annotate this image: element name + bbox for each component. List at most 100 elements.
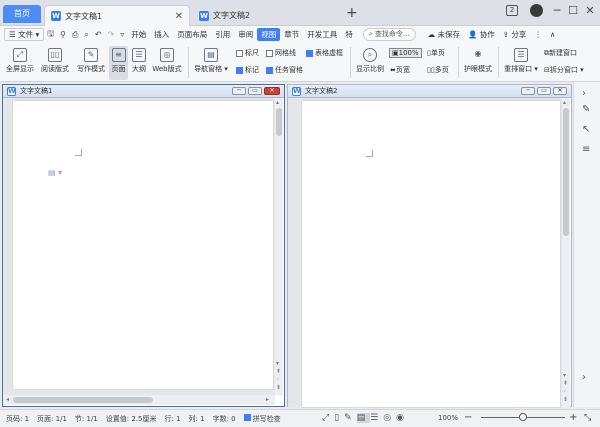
avatar[interactable] bbox=[530, 4, 543, 17]
collapse-panel-icon[interactable]: › bbox=[582, 372, 586, 383]
rearrange-window-button[interactable]: ☰ 重排窗口 ▾ bbox=[502, 48, 540, 74]
page-nav-icons[interactable]: ▾ ⇞ ◦ ⇟ bbox=[276, 360, 281, 392]
reading-layout-button[interactable]: ▯▯ 阅读版式 bbox=[39, 48, 71, 74]
scrollbar-thumb[interactable] bbox=[13, 397, 153, 403]
scrollbar-thumb[interactable] bbox=[563, 108, 569, 236]
nav-pane-button[interactable]: ▤ 导航窗格 ▾ bbox=[192, 48, 230, 74]
minimize-button[interactable]: ─ bbox=[550, 4, 564, 17]
divider bbox=[498, 47, 499, 78]
ruler-checkbox[interactable]: 标尺 bbox=[236, 48, 259, 58]
page-nav-icons[interactable]: ▾ ⇞ ◦ ⇟ bbox=[563, 372, 568, 404]
menu-item[interactable]: 插入 bbox=[150, 29, 173, 40]
menu-item[interactable]: 特 bbox=[341, 29, 357, 40]
status-pages[interactable]: 页面: 1/1 bbox=[37, 414, 67, 424]
status-zoom[interactable]: 100% bbox=[438, 414, 458, 422]
status-word-count[interactable]: 字数: 0 bbox=[213, 414, 236, 424]
eye-mode-button[interactable]: ◉ 护眼模式 bbox=[462, 48, 494, 74]
split-window-label: 拆分窗口 ▾ bbox=[549, 66, 584, 74]
menu-item[interactable]: 页面布局 bbox=[173, 29, 211, 40]
close-button[interactable]: ✕ bbox=[553, 87, 567, 95]
vertical-scrollbar[interactable]: ▴ ▾ ⇞ ◦ ⇟ bbox=[562, 98, 570, 407]
file-menu[interactable]: ☰ 文件 ▾ bbox=[4, 28, 45, 41]
undo-icon[interactable]: ↶ bbox=[92, 30, 105, 39]
menu-item[interactable]: 审阅 bbox=[234, 29, 257, 40]
minimize-button[interactable]: ─ bbox=[521, 87, 535, 95]
restore-button[interactable]: ▭ bbox=[248, 87, 262, 95]
scroll-right-icon[interactable]: ▸ bbox=[266, 396, 269, 403]
gridlines-checkbox[interactable]: 网格线 bbox=[266, 48, 296, 58]
settings-sliders-icon[interactable]: ≡ bbox=[582, 144, 590, 155]
close-button[interactable]: ✕ bbox=[264, 87, 280, 95]
home-tab[interactable]: 首页 bbox=[3, 5, 41, 23]
scrollbar-thumb[interactable] bbox=[276, 108, 282, 136]
new-window-button[interactable]: ⧉ 新建窗口 bbox=[544, 48, 577, 58]
menu-item[interactable]: 开始 bbox=[127, 29, 150, 40]
document-page[interactable] bbox=[302, 101, 560, 407]
table-grid-checkbox[interactable]: 表格虚框 bbox=[306, 48, 343, 58]
unsaved-button[interactable]: ☁ 未保存 bbox=[424, 29, 464, 40]
scroll-left-icon[interactable]: ◂ bbox=[6, 396, 9, 403]
view-mode-icons[interactable]: ⤢▯✎▤☰◎◉ bbox=[322, 413, 409, 423]
status-page-number[interactable]: 页码: 1 bbox=[6, 414, 29, 424]
multi-page-icon: ▯▯ bbox=[427, 66, 435, 74]
paste-options-icon[interactable]: ▤ ▾ bbox=[48, 168, 62, 177]
page-width-button[interactable]: ⬌ 页宽 bbox=[390, 65, 410, 75]
menu-item[interactable]: 引用 bbox=[211, 29, 234, 40]
close-icon[interactable]: ✕ bbox=[175, 11, 183, 22]
minimize-button[interactable]: ─ bbox=[232, 87, 246, 95]
zoom-out-button[interactable]: − bbox=[464, 412, 472, 423]
print-icon[interactable]: ⎙ bbox=[69, 30, 81, 40]
scroll-up-icon[interactable]: ▴ bbox=[563, 99, 566, 106]
multi-page-label: 多页 bbox=[434, 66, 449, 74]
outline-label: 大纲 bbox=[132, 65, 146, 73]
zoom-100-label: 100% bbox=[398, 49, 419, 57]
redo-icon[interactable]: ↷ bbox=[105, 30, 118, 39]
search-input[interactable]: ⌕ 查找命令... bbox=[362, 28, 416, 41]
new-window-label: 新建窗口 bbox=[549, 49, 577, 57]
more-icon[interactable]: ⋮ bbox=[530, 30, 546, 39]
writing-mode-button[interactable]: ✎ 写作模式 bbox=[75, 48, 107, 74]
web-layout-button[interactable]: ◎ Web版式 bbox=[151, 48, 183, 74]
collapse-icon[interactable]: ∧ bbox=[546, 30, 560, 39]
share-button[interactable]: ⇪ 分享 bbox=[499, 29, 531, 40]
fullscreen-label: 全屏显示 bbox=[6, 65, 34, 73]
task-pane-checkbox[interactable]: 任务窗格 bbox=[266, 65, 303, 75]
collab-button[interactable]: 👤 协作 bbox=[464, 29, 499, 40]
print-preview-icon[interactable]: ⌕ bbox=[81, 30, 91, 40]
vertical-scrollbar[interactable]: ▴ ▾ ⇞ ◦ ⇟ bbox=[275, 98, 283, 395]
window-count-badge[interactable]: 2 bbox=[506, 5, 518, 16]
menu-item[interactable]: 章节 bbox=[280, 29, 303, 40]
tab-doc2[interactable]: W 文字文稿2 bbox=[193, 5, 343, 26]
spell-check-toggle[interactable]: 拼写检查 bbox=[243, 413, 281, 424]
menu-item[interactable]: 开发工具 bbox=[303, 29, 341, 40]
split-window-button[interactable]: ⊟ 拆分窗口 ▾ bbox=[544, 65, 584, 75]
edit-pen-icon[interactable]: ✎ bbox=[582, 104, 590, 115]
format-painter-icon[interactable]: ⚲ bbox=[57, 30, 69, 39]
scroll-up-icon[interactable]: ▴ bbox=[276, 99, 279, 106]
maximize-button[interactable]: ☐ bbox=[566, 4, 580, 17]
status-setting: 设置值: 2.5厘米 bbox=[105, 414, 157, 423]
page-width-label: 页宽 bbox=[395, 66, 410, 74]
menu-item[interactable]: 视图 bbox=[257, 28, 281, 41]
page-view-button[interactable]: ≡ 页面 bbox=[109, 46, 128, 80]
new-tab-button[interactable]: + bbox=[346, 5, 358, 21]
zoom-100-button[interactable]: ▣ 100% bbox=[389, 48, 422, 58]
expand-icon[interactable]: › bbox=[582, 88, 586, 99]
save-icon[interactable]: 🖫 bbox=[44, 28, 57, 42]
fit-window-icon[interactable]: ⤡ bbox=[584, 413, 591, 423]
zoom-button[interactable]: ⌕ 显示比例 bbox=[355, 48, 385, 74]
close-window-button[interactable]: ✕ bbox=[583, 4, 597, 17]
tab-doc1[interactable]: W 文字文稿1 ✕ bbox=[44, 5, 190, 26]
zoom-in-button[interactable]: + bbox=[569, 412, 577, 423]
marks-checkbox[interactable]: 标记 bbox=[236, 65, 259, 75]
fullscreen-button[interactable]: ⤢ 全屏显示 bbox=[5, 48, 35, 74]
outline-view-button[interactable]: ☰ 大纲 bbox=[130, 48, 148, 74]
restore-button[interactable]: ▭ bbox=[537, 87, 551, 95]
single-page-button[interactable]: ▯ 单页 bbox=[427, 48, 445, 58]
document-page[interactable]: ▤ ▾ bbox=[13, 101, 273, 389]
select-cursor-icon[interactable]: ↖ bbox=[582, 124, 590, 135]
multi-page-button[interactable]: ▯▯ 多页 bbox=[427, 65, 449, 75]
customize-icon[interactable]: ▿ bbox=[117, 30, 127, 39]
zoom-slider-knob[interactable] bbox=[519, 413, 527, 421]
horizontal-scrollbar[interactable]: ◂ ▸ bbox=[3, 395, 275, 405]
